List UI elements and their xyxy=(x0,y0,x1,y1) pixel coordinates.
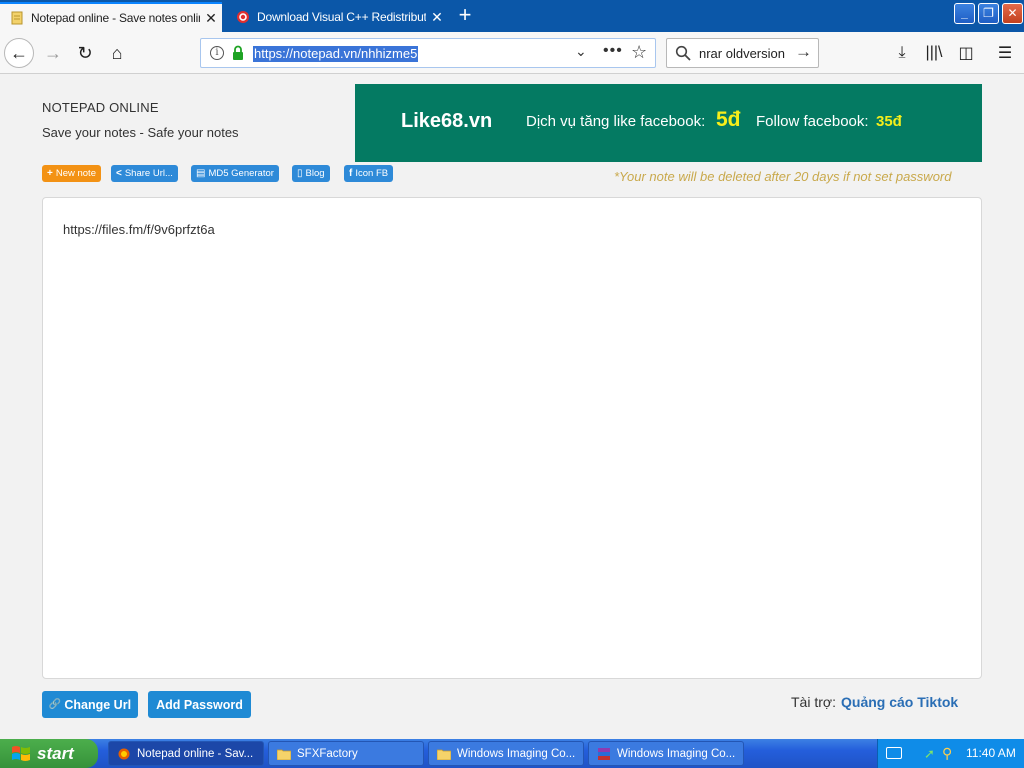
new-note-button[interactable]: + New note xyxy=(42,165,101,182)
tab-label: Download Visual C++ Redistributable xyxy=(257,10,426,24)
chip-label: MD5 Generator xyxy=(208,168,274,179)
windows-flag-icon xyxy=(12,745,30,761)
sponsor-label: Tài trợ: xyxy=(791,694,836,710)
ad-banner[interactable]: Like68.vn Dịch vụ tăng like facebook: 5đ… xyxy=(355,84,982,162)
chip-label: New note xyxy=(55,168,96,179)
list-icon: ▤ xyxy=(196,168,206,179)
ad-like-label: Dịch vụ tăng like facebook: xyxy=(526,113,706,130)
ad-like-price: 5đ xyxy=(716,108,741,131)
document-icon: ▯ xyxy=(297,168,303,179)
start-label: start xyxy=(37,743,74,763)
address-bar[interactable]: i https://notepad.vn/nhhizme5 ⌄ ••• ☆ xyxy=(200,38,656,68)
opera-o-icon xyxy=(237,11,249,23)
icon-fb-button[interactable]: f Icon FB xyxy=(344,165,394,182)
search-input[interactable]: nrar oldversion xyxy=(699,46,785,61)
plus-icon: + xyxy=(47,168,53,179)
site-info-icon[interactable]: i xyxy=(210,46,224,60)
window-close-button[interactable]: ✕ xyxy=(1002,3,1023,24)
search-go-icon[interactable]: → xyxy=(795,42,812,62)
chevron-down-icon[interactable]: ⌄ xyxy=(575,43,587,60)
firefox-icon xyxy=(118,748,130,759)
chip-label: Blog xyxy=(305,168,325,179)
sponsor-link[interactable]: Quảng cáo Tiktok xyxy=(841,694,958,710)
chip-label: Share Url... xyxy=(124,168,173,179)
add-password-button[interactable]: Add Password xyxy=(148,691,251,718)
task-label: Notepad online - Sav... xyxy=(137,747,254,760)
window-minimize-button[interactable]: _ xyxy=(954,3,975,24)
winrar-icon xyxy=(598,747,610,760)
task-label: Windows Imaging Co... xyxy=(617,747,736,760)
button-label: Change Url xyxy=(64,697,132,712)
notepad-icon xyxy=(11,11,23,25)
taskbar: start Notepad online - Sav... SFXFactory… xyxy=(0,739,1024,768)
page-content: NOTEPAD ONLINE Save your notes - Safe yo… xyxy=(0,75,1024,739)
window-maximize-button[interactable]: ❐ xyxy=(978,3,999,24)
blog-button[interactable]: ▯ Blog xyxy=(292,165,330,182)
note-textarea[interactable]: https://files.fm/f/9v6prfzt6a xyxy=(42,197,982,679)
search-icon[interactable]: ⚲ xyxy=(942,745,952,762)
hamburger-menu-icon[interactable]: ☰ xyxy=(995,43,1015,63)
forward-button[interactable]: → xyxy=(38,38,68,68)
close-tab-icon[interactable]: ✕ xyxy=(426,9,448,26)
tab-download-vcpp[interactable]: Download Visual C++ Redistributable ✕ xyxy=(226,2,448,32)
clock[interactable]: 11:40 AM xyxy=(966,746,1016,760)
back-button[interactable]: ← xyxy=(4,38,34,68)
delete-notice: *Your note will be deleted after 20 days… xyxy=(614,169,952,184)
site-tagline: Save your notes - Safe your notes xyxy=(42,125,239,140)
tab-label: Notepad online - Save notes online xyxy=(31,11,200,25)
share-icon: < xyxy=(116,168,122,179)
home-button[interactable]: ⌂ xyxy=(102,38,132,68)
link-icon: 🔗 xyxy=(48,699,62,710)
sidebar-icon[interactable]: ◫ xyxy=(956,43,976,63)
navigation-toolbar: ← → ↻ ⌂ i https://notepad.vn/nhhizme5 ⌄ … xyxy=(0,32,1024,74)
start-button[interactable]: start xyxy=(0,739,98,768)
taskbar-item-windows-imaging-winrar[interactable]: Windows Imaging Co... xyxy=(588,741,744,766)
close-tab-icon[interactable]: ✕ xyxy=(200,10,222,27)
tab-notepad-online[interactable]: Notepad online - Save notes online ✕ xyxy=(0,2,222,32)
url-text[interactable]: https://notepad.vn/nhhizme5 xyxy=(253,46,419,62)
facebook-icon: f xyxy=(349,168,353,179)
tab-strip: Notepad online - Save notes online ✕ Dow… xyxy=(0,0,1024,32)
search-bar[interactable]: nrar oldversion → xyxy=(666,38,819,68)
search-icon xyxy=(675,45,691,61)
taskbar-item-sfxfactory[interactable]: SFXFactory xyxy=(268,741,424,766)
task-label: Windows Imaging Co... xyxy=(457,747,576,760)
chip-label: Icon FB xyxy=(355,168,389,179)
ad-follow-price: 35đ xyxy=(876,113,902,130)
taskbar-item-windows-imaging-folder[interactable]: Windows Imaging Co... xyxy=(428,741,584,766)
downloads-icon[interactable]: ⤓ xyxy=(892,43,912,63)
ad-follow-label: Follow facebook: xyxy=(756,113,869,130)
reload-button[interactable]: ↻ xyxy=(70,38,100,68)
note-content[interactable]: https://files.fm/f/9v6prfzt6a xyxy=(63,222,215,237)
site-title: NOTEPAD ONLINE xyxy=(42,100,159,115)
md5-generator-button[interactable]: ▤ MD5 Generator xyxy=(191,165,279,182)
network-icon[interactable]: ➚ xyxy=(924,746,935,762)
lock-icon xyxy=(233,45,243,60)
system-tray: ➚ ⚲ 11:40 AM xyxy=(877,739,1024,768)
ad-brand: Like68.vn xyxy=(401,110,493,132)
taskbar-item-firefox[interactable]: Notepad online - Sav... xyxy=(108,741,264,766)
library-icon[interactable]: |||\ xyxy=(924,43,944,63)
change-url-button[interactable]: 🔗 Change Url xyxy=(42,691,138,718)
task-label: SFXFactory xyxy=(297,747,358,760)
folder-icon xyxy=(277,749,291,760)
share-url-button[interactable]: < Share Url... xyxy=(111,165,178,182)
folder-icon xyxy=(437,749,451,760)
new-tab-button[interactable]: + xyxy=(452,4,478,28)
keyboard-icon[interactable] xyxy=(886,747,902,759)
page-actions-icon[interactable]: ••• xyxy=(603,42,623,60)
bookmark-star-icon[interactable]: ☆ xyxy=(631,42,647,63)
